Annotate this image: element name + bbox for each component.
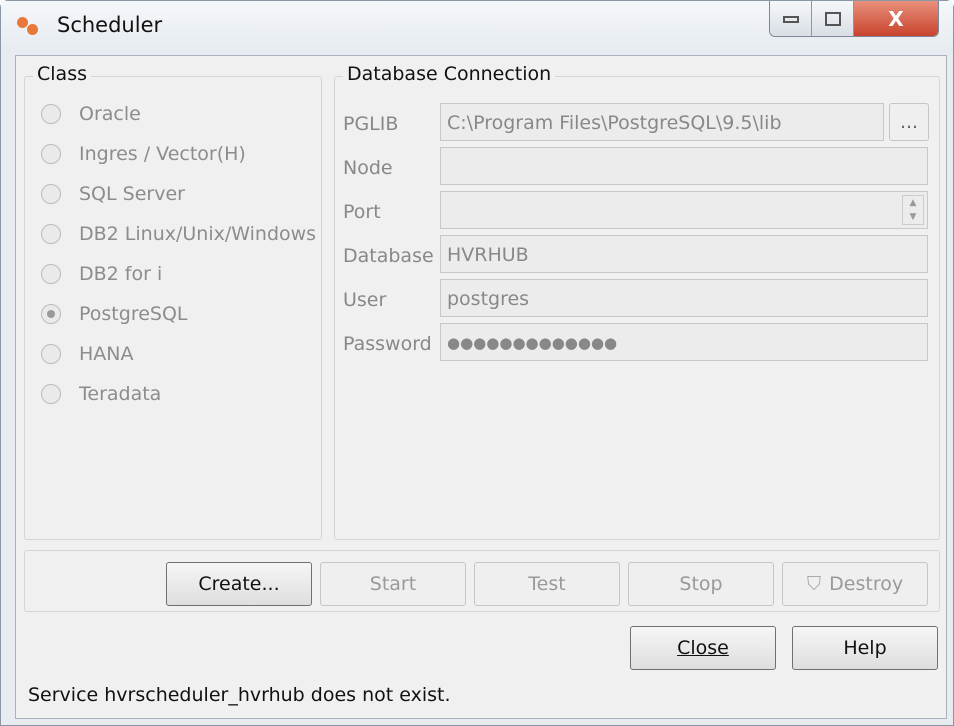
port-label: Port (343, 201, 381, 223)
radio-teradata[interactable]: Teradata (41, 383, 161, 405)
user-input[interactable]: postgres (440, 279, 928, 317)
scheduler-app-icon (17, 15, 43, 37)
radio-label: DB2 Linux/Unix/Windows (79, 223, 317, 245)
database-input[interactable]: HVRHUB (440, 235, 928, 273)
password-label: Password (343, 333, 432, 355)
maximize-button[interactable] (812, 1, 854, 36)
close-button[interactable]: Close (630, 626, 776, 670)
dialog-body: Class Oracle Ingres / Vector(H) SQL Serv… (15, 55, 947, 719)
radio-db2-luw[interactable]: DB2 Linux/Unix/Windows (41, 223, 316, 245)
radio-oracle[interactable]: Oracle (41, 103, 141, 125)
radio-button[interactable] (41, 304, 61, 324)
radio-label: Teradata (79, 383, 162, 405)
radio-label: Ingres / Vector(H) (79, 143, 246, 165)
pglib-input[interactable]: C:\Program Files\PostgreSQL\9.5\lib (440, 103, 884, 141)
radio-button[interactable] (41, 144, 61, 164)
radio-label: Oracle (79, 103, 141, 125)
radio-label: PostgreSQL (79, 303, 188, 325)
status-message: Service hvrscheduler_hvrhub does not exi… (28, 684, 451, 706)
class-group-label: Class (33, 63, 91, 85)
radio-button[interactable] (41, 184, 61, 204)
radio-button[interactable] (41, 264, 61, 284)
scheduler-window: Scheduler X Class Oracle Ingres / Vector… (0, 0, 954, 726)
minimize-icon (782, 15, 799, 23)
maximize-icon (824, 12, 841, 26)
stop-button[interactable]: Stop (628, 562, 774, 606)
start-button[interactable]: Start (320, 562, 466, 606)
pglib-browse-button[interactable]: ... (889, 103, 929, 141)
radio-ingres[interactable]: Ingres / Vector(H) (41, 143, 246, 165)
database-connection-group: Database Connection PGLIB C:\Program Fil… (334, 63, 940, 540)
pglib-label: PGLIB (343, 113, 399, 135)
destroy-button[interactable]: ⛉ Destroy (782, 562, 928, 606)
test-button[interactable]: Test (474, 562, 620, 606)
node-input[interactable] (440, 147, 928, 185)
node-label: Node (343, 157, 393, 179)
create-button[interactable]: Create... (166, 562, 312, 606)
radio-db2-for-i[interactable]: DB2 for i (41, 263, 162, 285)
radio-label: DB2 for i (79, 263, 163, 285)
shield-icon: ⛉ (806, 573, 822, 595)
radio-button[interactable] (41, 104, 61, 124)
user-label: User (343, 289, 387, 311)
destroy-label: Destroy (829, 573, 904, 595)
radio-hana[interactable]: HANA (41, 343, 134, 365)
radio-label: HANA (79, 343, 134, 365)
password-input[interactable]: ●●●●●●●●●●●●● (440, 323, 928, 361)
radio-button[interactable] (41, 384, 61, 404)
close-window-button[interactable]: X (854, 1, 938, 36)
radio-label: SQL Server (79, 183, 185, 205)
spin-arrows-icon[interactable]: ▲ ▼ (902, 195, 924, 225)
title-bar: Scheduler X (1, 1, 953, 53)
minimize-button[interactable] (770, 1, 812, 36)
class-group: Class Oracle Ingres / Vector(H) SQL Serv… (24, 63, 322, 540)
radio-button[interactable] (41, 224, 61, 244)
radio-postgresql[interactable]: PostgreSQL (41, 303, 188, 325)
database-label: Database (343, 245, 434, 267)
db-group-label: Database Connection (343, 63, 556, 85)
radio-sql-server[interactable]: SQL Server (41, 183, 185, 205)
radio-button[interactable] (41, 344, 61, 364)
window-title: Scheduler (57, 13, 163, 37)
close-icon: X (888, 7, 904, 31)
help-button[interactable]: Help (792, 626, 938, 670)
port-spinbox[interactable]: ▲ ▼ (440, 191, 928, 229)
